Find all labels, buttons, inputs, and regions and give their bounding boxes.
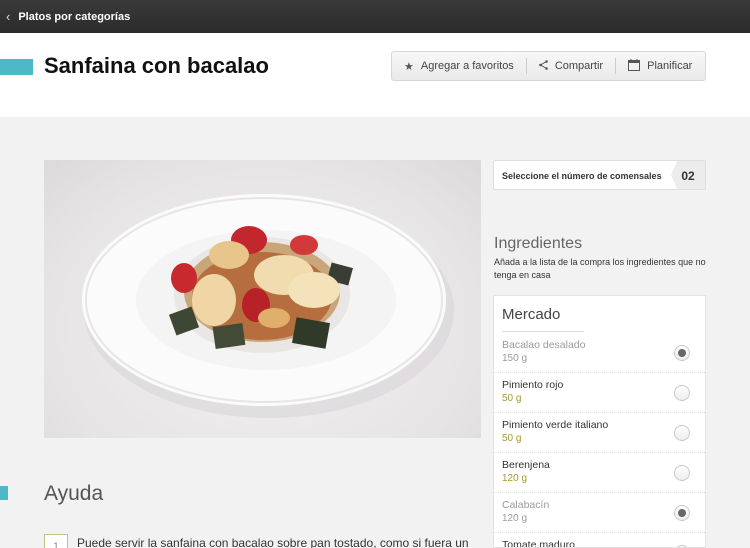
ingredient-select-radio[interactable]	[674, 385, 690, 401]
ingredient-row[interactable]: Calabacín 120 g	[494, 493, 705, 533]
ingredient-quantity: 50 g	[502, 433, 522, 444]
divider	[502, 331, 584, 332]
ingredient-quantity: 120 g	[502, 513, 528, 524]
ingredient-name: Tomate maduro	[502, 539, 575, 548]
ingredient-name: Pimiento rojo	[502, 379, 564, 391]
ingredient-quantity: 50 g	[502, 393, 522, 404]
ingredient-name: Pimiento verde italiano	[502, 419, 609, 431]
ingredients-list-panel: Mercado Bacalao desalado 150 g Pimiento …	[493, 295, 706, 548]
recipe-actions-toolbar: ★ Agregar a favoritos Compartir Planific…	[391, 51, 706, 81]
ingredients-title: Ingredientes	[494, 235, 583, 252]
ingredient-quantity: 150 g	[502, 353, 528, 364]
ingredient-row[interactable]: Tomate maduro	[494, 533, 705, 548]
servings-count[interactable]: 02	[671, 161, 705, 189]
page-title: Sanfaina con bacalao	[44, 53, 269, 78]
share-label: Compartir	[554, 60, 604, 72]
share-icon	[539, 59, 548, 73]
ingredient-name: Bacalao desalado	[502, 339, 586, 351]
ingredient-row[interactable]: Pimiento rojo 50 g	[494, 373, 705, 413]
add-to-favorites-label: Agregar a favoritos	[420, 60, 514, 72]
help-title: Ayuda	[44, 482, 104, 505]
calendar-icon	[628, 58, 641, 74]
ingredient-select-radio[interactable]	[674, 465, 690, 481]
ingredient-quantity: 120 g	[502, 473, 528, 484]
plan-label: Planificar	[647, 60, 693, 72]
share-button[interactable]: Compartir	[527, 52, 615, 80]
add-to-favorites-button[interactable]: ★ Agregar a favoritos	[392, 52, 526, 80]
help-accent-bar	[0, 486, 8, 500]
servings-label: Seleccione el número de comensales	[502, 171, 662, 181]
star-icon: ★	[404, 60, 414, 73]
recipe-photo	[44, 160, 481, 438]
tip-number: 1	[44, 534, 68, 548]
top-nav-bar: ‹ Platos por categorías	[0, 0, 750, 33]
ingredient-name: Berenjena	[502, 459, 550, 471]
plan-button[interactable]: Planificar	[616, 52, 704, 80]
ingredient-row[interactable]: Pimiento verde italiano 50 g	[494, 413, 705, 453]
section-title-mercado: Mercado	[502, 306, 561, 323]
chevron-left-icon[interactable]: ‹	[6, 9, 10, 24]
back-link-platos-por-categorias[interactable]: Platos por categorías	[18, 11, 130, 23]
ingredient-row[interactable]: Berenjena 120 g	[494, 453, 705, 493]
ingredient-select-radio[interactable]	[674, 345, 690, 361]
ingredient-select-radio[interactable]	[674, 425, 690, 441]
tip-text: Puede servir la sanfaina con bacalao sob…	[77, 536, 469, 548]
ingredient-select-radio[interactable]	[674, 505, 690, 521]
servings-selector[interactable]: Seleccione el número de comensales 02	[493, 160, 706, 190]
title-accent-bar	[0, 59, 33, 75]
ingredient-name: Calabacín	[502, 499, 550, 511]
ingredient-row[interactable]: Bacalao desalado 150 g	[494, 333, 705, 373]
ingredients-subtitle: Añada a la lista de la compra los ingred…	[494, 257, 706, 280]
